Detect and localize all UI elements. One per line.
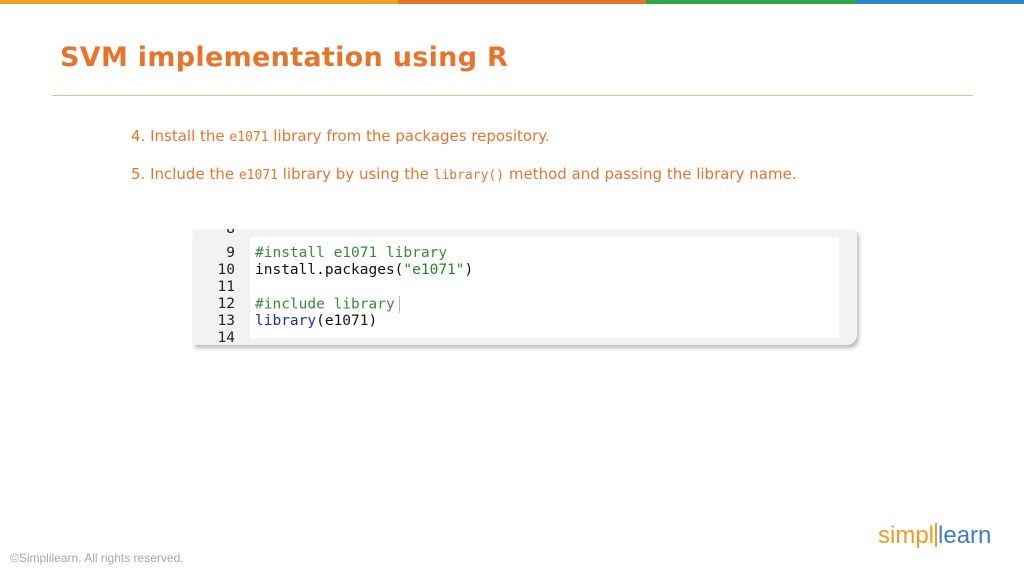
inline-code: e1071 xyxy=(229,130,269,145)
code-line: library(e1071) xyxy=(255,313,378,329)
step-5-text: 5. Include the e1071 library by using th… xyxy=(131,165,797,183)
inline-code: library() xyxy=(433,168,505,183)
code-editor-screenshot: 8 9 10 11 12 13 14 #install e1071 librar… xyxy=(193,229,857,345)
line-number: 8 xyxy=(226,229,235,237)
line-number: 13 xyxy=(217,313,235,329)
code-line: #install e1071 library xyxy=(255,245,448,261)
simplilearn-logo: simpl learn xyxy=(878,522,992,549)
inline-code: e1071 xyxy=(238,168,278,183)
line-number: 10 xyxy=(217,262,235,278)
top-bar-segment xyxy=(856,0,1024,4)
line-number-gutter: 8 9 10 11 12 13 14 xyxy=(193,229,249,345)
code-line: install.packages("e1071") xyxy=(255,262,474,278)
line-number: 11 xyxy=(217,279,235,295)
code-line: #include library xyxy=(255,296,400,313)
top-bar-segment xyxy=(398,0,646,4)
line-number: 12 xyxy=(217,296,235,312)
page-title: SVM implementation using R xyxy=(60,42,509,73)
top-color-bar xyxy=(0,0,1024,4)
copyright-text: ©Simplilearn. All rights reserved. xyxy=(10,551,184,565)
line-number: 9 xyxy=(226,245,235,261)
top-bar-segment xyxy=(646,0,856,4)
line-number: 14 xyxy=(217,330,235,345)
text-cursor xyxy=(398,296,400,313)
top-bar-segment xyxy=(0,0,398,4)
title-divider xyxy=(52,95,973,96)
step-4-text: 4. Install the e1071 library from the pa… xyxy=(131,127,550,145)
logo-bar-icon xyxy=(935,523,938,547)
